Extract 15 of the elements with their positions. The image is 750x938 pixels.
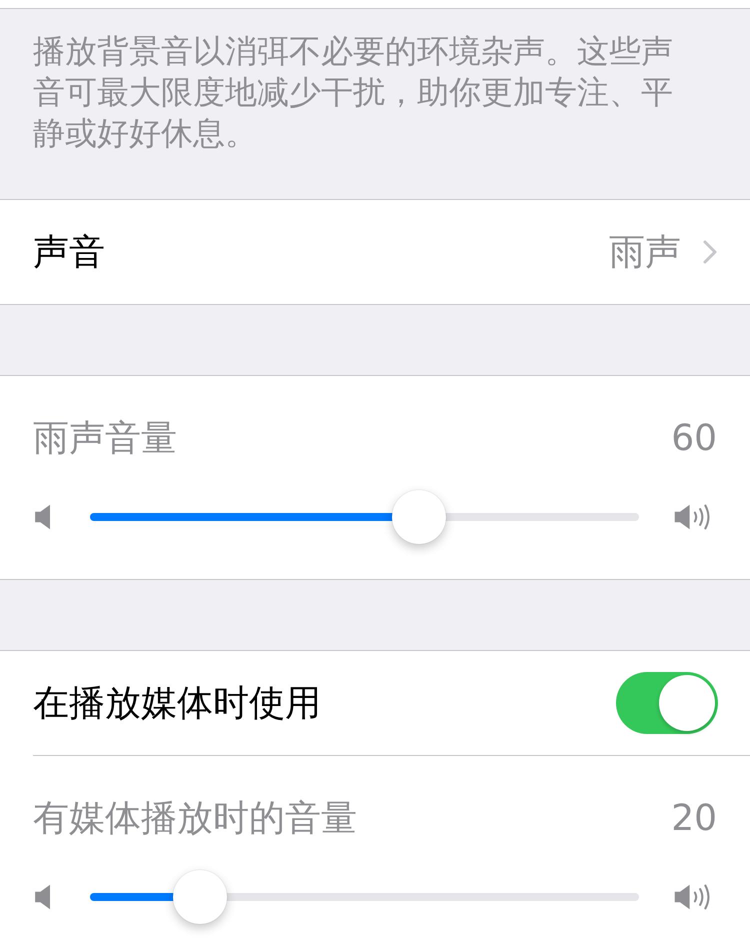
volume-label: 有媒体播放时的音量	[33, 797, 357, 841]
volume-reading: 20	[671, 798, 717, 839]
volume-label: 雨声音量	[33, 417, 177, 461]
row-label: 声音	[33, 230, 106, 274]
row-value: 雨声	[609, 230, 681, 274]
volume-low-icon	[33, 883, 53, 911]
description-text: 播放背景音以消弭不必要的环境杂声。这些声音可最大限度地减少干扰，助你更加专注、平静或好好休息。	[33, 31, 674, 154]
volume-reading: 60	[671, 418, 717, 459]
slider-track[interactable]	[90, 513, 639, 521]
volume-low-icon	[33, 503, 53, 531]
toggle-label: 在播放媒体时使用	[33, 682, 322, 726]
slider-track[interactable]	[90, 893, 639, 901]
chevron-icon	[703, 240, 717, 264]
slider-thumb[interactable]	[172, 870, 227, 924]
slider-thumb[interactable]	[392, 490, 446, 544]
